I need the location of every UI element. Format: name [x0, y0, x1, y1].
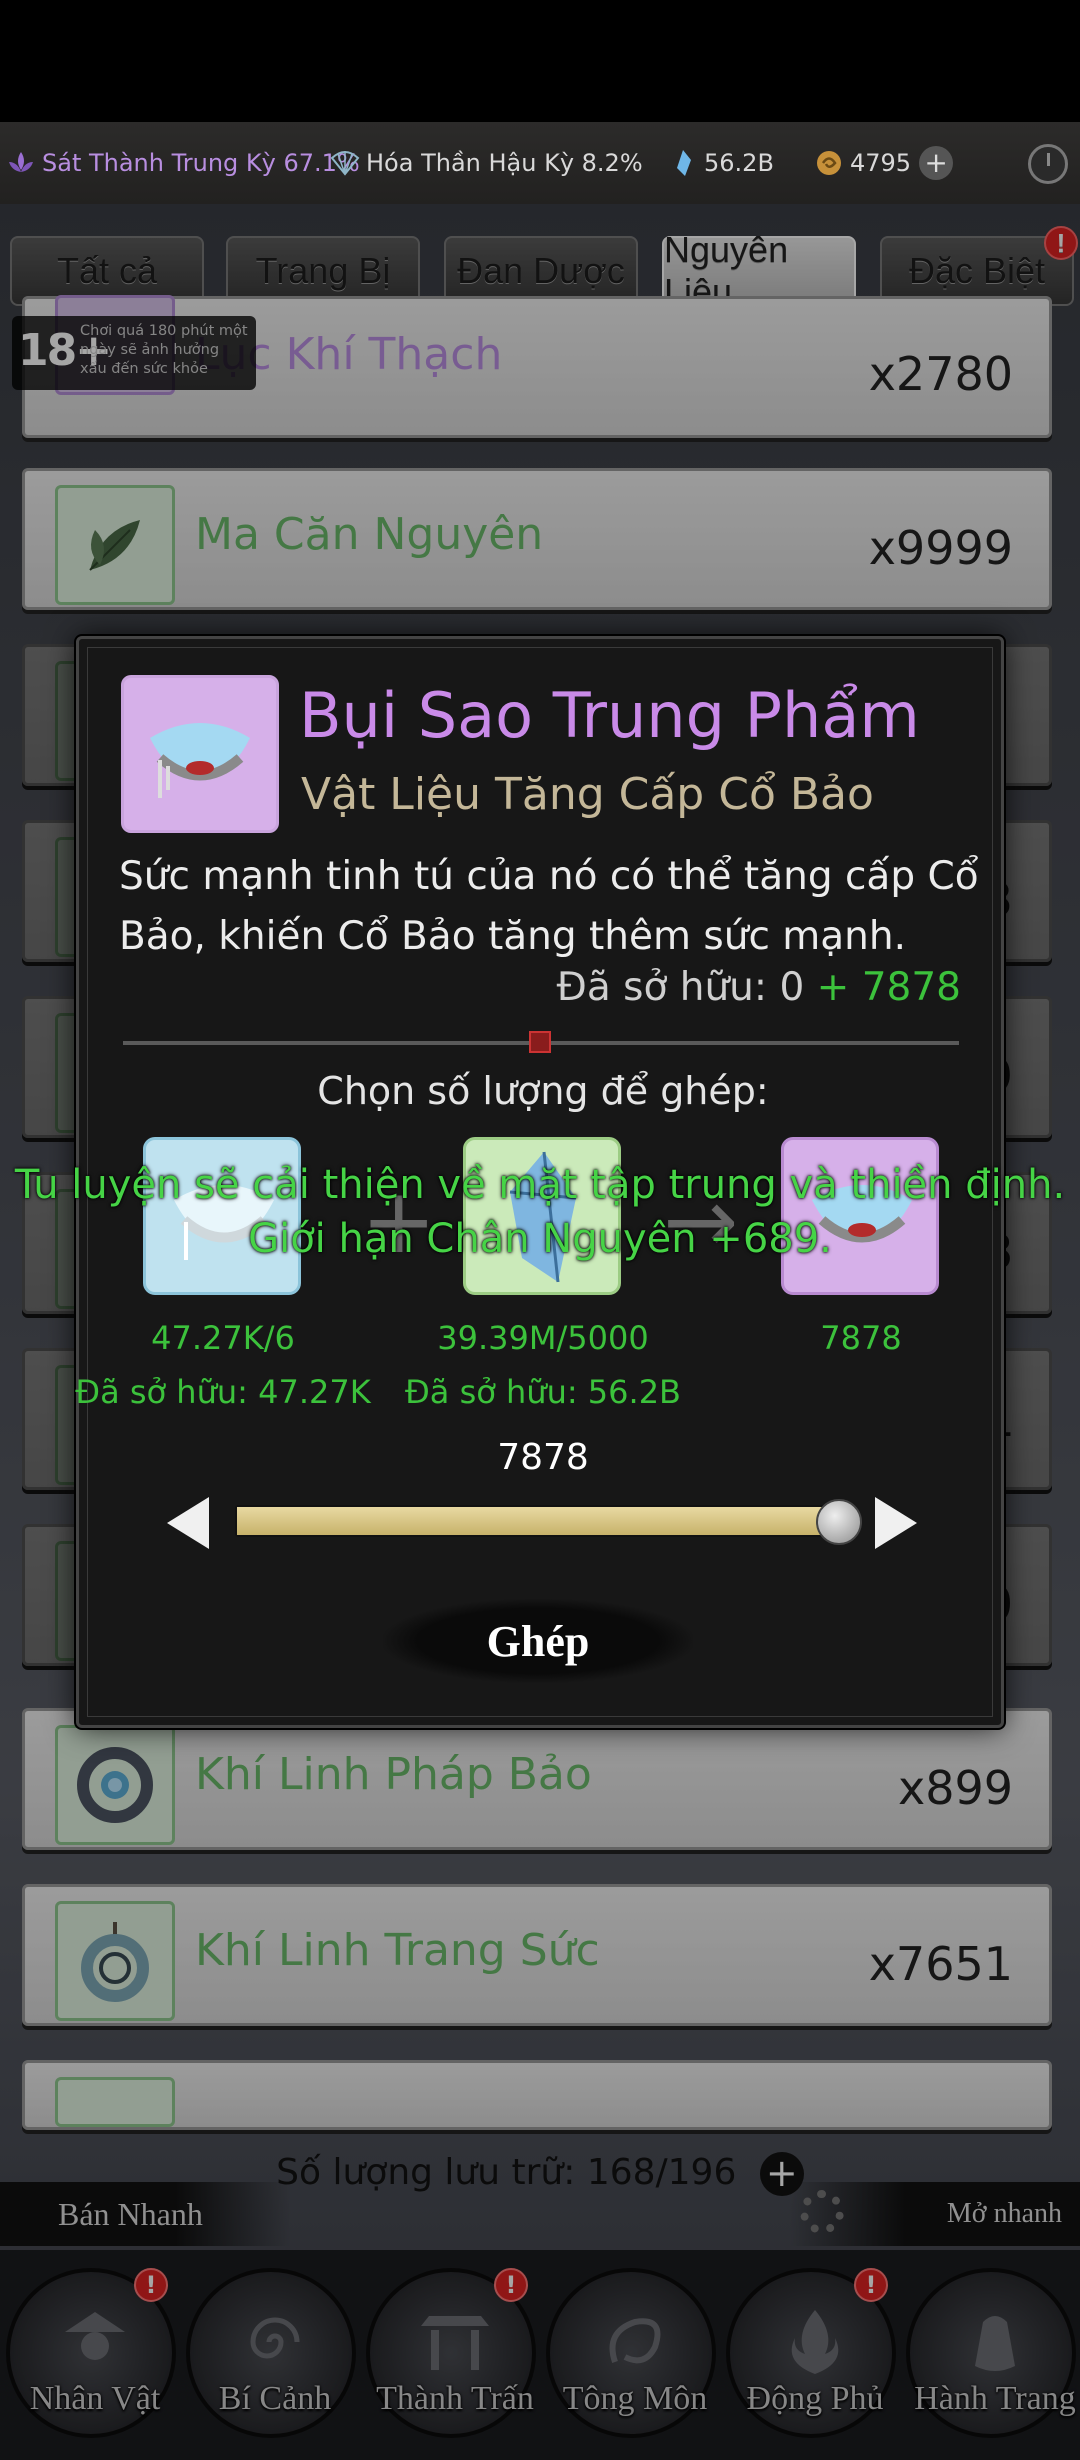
cultivation-notice: Tu luyện sẽ cải thiện về mặt tập trung v…	[14, 1162, 1066, 1262]
resource-bar: Sát Thành Trung Kỳ 67.1% Hóa Thần Hậu Kỳ…	[0, 122, 1080, 204]
slider-fill	[237, 1507, 843, 1535]
increase-arrow-icon[interactable]	[875, 1497, 917, 1549]
realm-progress-1[interactable]: Sát Thành Trung Kỳ 67.1%	[6, 122, 360, 204]
status-bar-area	[0, 0, 1080, 122]
ingredient-2-owned: Đã sở hữu: 56.2B	[405, 1373, 681, 1411]
add-coin-button[interactable]: +	[919, 146, 954, 180]
fan-icon	[330, 151, 360, 176]
coin-value: 4795	[850, 149, 912, 177]
spirit-stone-counter[interactable]: 56.2B	[668, 122, 774, 204]
owned-gain: + 7878	[816, 965, 961, 1010]
crystal-icon	[677, 150, 691, 176]
choose-quantity-label: Chọn số lượng để ghép:	[317, 1069, 769, 1113]
realm-progress-2-text: Hóa Thần Hậu Kỳ 8.2%	[366, 149, 643, 177]
combine-button[interactable]: Ghép	[383, 1599, 693, 1683]
realm-progress-2[interactable]: Hóa Thần Hậu Kỳ 8.2%	[330, 122, 643, 204]
item-preview	[121, 675, 279, 833]
quantity-value: 7878	[497, 1437, 589, 1478]
ingredient-1-owned: Đã sở hữu: 47.27K	[75, 1373, 371, 1411]
ingredient-1-count: 47.27K/6	[151, 1319, 295, 1357]
result-count: 7878	[820, 1319, 902, 1357]
owned-count: Đã sở hữu: 0 + 7878	[557, 965, 961, 1010]
decrease-arrow-icon[interactable]	[167, 1497, 209, 1549]
ingredient-2-count: 39.39M/5000	[437, 1319, 649, 1357]
spirit-stone-value: 56.2B	[704, 149, 774, 177]
clock-icon[interactable]	[1028, 144, 1068, 184]
item-subtitle: Vật Liệu Tăng Cấp Cổ Bảo	[301, 769, 874, 820]
divider-gem-icon	[529, 1031, 551, 1053]
coin-counter[interactable]: 4795 +	[814, 122, 954, 204]
coin-swirl-icon	[817, 151, 841, 175]
item-description: Sức mạnh tinh tú của nó có thể tăng cấp …	[119, 854, 979, 959]
divider	[123, 1031, 959, 1053]
owned-label: Đã sở hữu: 0	[556, 965, 805, 1010]
realm-progress-1-text: Sát Thành Trung Kỳ 67.1%	[42, 149, 360, 177]
lotus-icon	[9, 152, 33, 172]
item-title: Bụi Sao Trung Phẩm	[299, 679, 920, 752]
stardust-icon	[150, 723, 250, 798]
slider-handle[interactable]	[816, 1499, 862, 1545]
quantity-slider[interactable]	[235, 1499, 862, 1545]
